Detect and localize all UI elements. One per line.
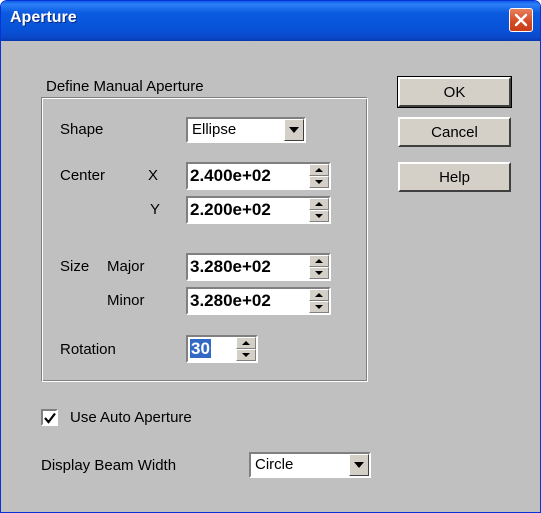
- help-button[interactable]: Help: [398, 162, 511, 192]
- shape-select[interactable]: Ellipse: [186, 117, 306, 143]
- spin-up-icon: [315, 202, 323, 206]
- size-minor-field[interactable]: 3.280e+02: [186, 287, 331, 315]
- spin-down-button[interactable]: [309, 210, 329, 222]
- manual-aperture-group-label: Define Manual Aperture: [44, 78, 206, 95]
- spin-up-button[interactable]: [309, 255, 329, 267]
- spin-down-button[interactable]: [309, 267, 329, 279]
- spin-down-button[interactable]: [309, 301, 329, 313]
- center-x-field[interactable]: 2.400e+02: [186, 162, 331, 190]
- spin-down-button[interactable]: [309, 176, 329, 188]
- center-y-value: 2.200e+02: [190, 200, 271, 219]
- ok-button[interactable]: OK: [397, 76, 512, 108]
- size-major-field[interactable]: 3.280e+02: [186, 253, 331, 281]
- rotation-spinner[interactable]: [236, 337, 256, 361]
- close-button[interactable]: [509, 8, 533, 32]
- spin-down-icon: [315, 305, 323, 309]
- center-y-label: Y: [150, 201, 161, 218]
- spin-up-button[interactable]: [309, 164, 329, 176]
- size-minor-value: 3.280e+02: [190, 291, 271, 310]
- title-bar[interactable]: Aperture: [1, 1, 540, 41]
- spin-up-icon: [315, 259, 323, 263]
- chevron-down-icon: [354, 462, 364, 468]
- window-title: Aperture: [10, 9, 77, 26]
- shape-dropdown-button[interactable]: [284, 119, 304, 141]
- spin-down-button[interactable]: [236, 349, 256, 361]
- size-major-spinner[interactable]: [309, 255, 329, 279]
- spin-down-icon: [315, 271, 323, 275]
- beam-width-dropdown-button[interactable]: [349, 454, 369, 476]
- spin-down-icon: [242, 353, 250, 357]
- size-label: Size: [60, 258, 90, 275]
- spin-up-button[interactable]: [236, 337, 256, 349]
- beam-width-label: Display Beam Width: [41, 457, 177, 474]
- spin-down-icon: [315, 180, 323, 184]
- auto-aperture-label[interactable]: Use Auto Aperture: [70, 409, 192, 426]
- size-minor-spinner[interactable]: [309, 289, 329, 313]
- size-major-label: Major: [107, 258, 145, 275]
- spin-down-icon: [315, 214, 323, 218]
- size-major-value: 3.280e+02: [190, 257, 271, 276]
- checkmark-icon: [44, 412, 56, 424]
- rotation-label: Rotation: [60, 341, 116, 358]
- spin-up-button[interactable]: [309, 289, 329, 301]
- rotation-value: 30: [190, 339, 211, 358]
- center-label: Center: [60, 167, 106, 184]
- spin-up-button[interactable]: [309, 198, 329, 210]
- aperture-dialog: Aperture Define Manual Aperture Shape El…: [0, 0, 541, 513]
- cancel-button[interactable]: Cancel: [398, 117, 511, 147]
- shape-label: Shape: [60, 121, 104, 138]
- center-x-label: X: [148, 167, 159, 184]
- chevron-down-icon: [289, 127, 299, 133]
- shape-select-value: Ellipse: [192, 121, 237, 138]
- center-y-field[interactable]: 2.200e+02: [186, 196, 331, 224]
- spin-up-icon: [315, 293, 323, 297]
- spin-up-icon: [242, 341, 250, 345]
- beam-width-select-value: Circle: [255, 456, 294, 473]
- center-x-value: 2.400e+02: [190, 166, 271, 185]
- auto-aperture-checkbox[interactable]: [41, 409, 58, 426]
- ok-button-label: OK: [443, 83, 466, 101]
- close-icon: [514, 13, 528, 27]
- center-y-spinner[interactable]: [309, 198, 329, 222]
- size-minor-label: Minor: [107, 292, 145, 309]
- help-button-label: Help: [439, 168, 470, 186]
- beam-width-select[interactable]: Circle: [249, 452, 371, 478]
- center-x-spinner[interactable]: [309, 164, 329, 188]
- cancel-button-label: Cancel: [431, 123, 478, 141]
- spin-up-icon: [315, 168, 323, 172]
- rotation-field[interactable]: 30: [186, 335, 258, 363]
